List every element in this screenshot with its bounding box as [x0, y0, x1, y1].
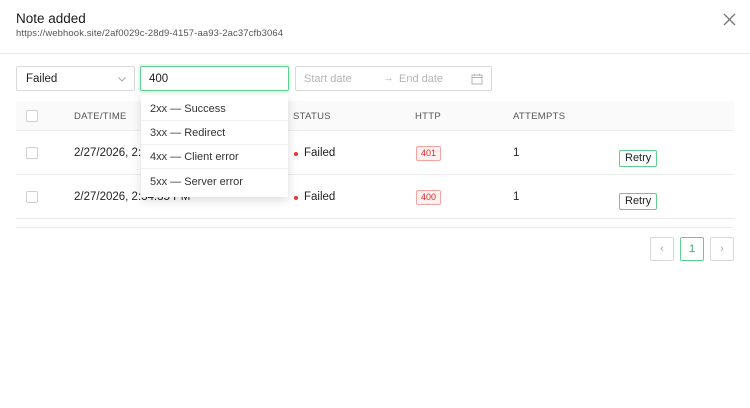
chevron-down-icon [118, 77, 126, 82]
http-code-search[interactable] [140, 66, 289, 91]
row-checkbox[interactable] [26, 147, 38, 159]
pagination-prev-button[interactable]: ‹ [650, 237, 674, 261]
http-code-badge: 401 [416, 146, 442, 161]
webhook-url: https://webhook.site/2af0029c-28d9-4157-… [16, 28, 284, 39]
suggestion-3xx[interactable]: 3xx — Redirect [141, 121, 288, 145]
row-attempts: 1 [513, 191, 520, 203]
http-code-suggestions: 2xx — Success 3xx — Redirect 4xx — Clien… [141, 95, 288, 197]
column-http: HTTP [415, 111, 442, 122]
row-status: Failed [304, 191, 336, 203]
suggestion-4xx[interactable]: 4xx — Client error [141, 145, 288, 169]
column-datetime: DATE/TIME [74, 111, 127, 122]
calendar-icon [471, 73, 483, 85]
http-code-badge: 400 [416, 190, 442, 205]
status-select-value: Failed [26, 73, 58, 85]
arrow-right-icon: → [383, 72, 394, 84]
select-all-checkbox[interactable] [26, 110, 38, 122]
modal-title: Note added [16, 11, 86, 26]
end-date-placeholder[interactable]: End date [399, 73, 443, 85]
close-icon[interactable] [721, 11, 738, 28]
suggestion-5xx[interactable]: 5xx — Server error [141, 170, 288, 194]
table-header: DATE/TIME STATUS HTTP ATTEMPTS [16, 101, 734, 131]
status-dot-icon [294, 196, 298, 200]
modal-header: Note added https://webhook.site/2af0029c… [0, 0, 750, 54]
start-date-placeholder[interactable]: Start date [304, 73, 352, 85]
http-code-input[interactable] [149, 71, 279, 87]
status-select[interactable]: Failed [16, 66, 135, 91]
row-checkbox[interactable] [26, 191, 38, 203]
retry-button[interactable]: Retry [619, 193, 658, 210]
status-dot-icon [294, 152, 298, 156]
table-footer-divider [16, 227, 734, 228]
pagination-next-button[interactable]: › [710, 237, 734, 261]
pagination-page-1[interactable]: 1 [680, 237, 704, 261]
table-row: 2/27/2026, 2:34:35 PM Failed 400 1 Retry [16, 175, 734, 219]
column-attempts: ATTEMPTS [513, 111, 566, 122]
table-row: 2/27/2026, 2: Failed 401 1 Retry [16, 131, 734, 175]
suggestion-2xx[interactable]: 2xx — Success [141, 97, 288, 121]
date-range-picker[interactable]: Start date → End date [295, 66, 492, 91]
retry-button[interactable]: Retry [619, 150, 658, 167]
row-status: Failed [304, 147, 336, 159]
row-attempts: 1 [513, 147, 520, 159]
row-datetime: 2/27/2026, 2: [74, 147, 142, 159]
column-status: STATUS [293, 111, 331, 122]
